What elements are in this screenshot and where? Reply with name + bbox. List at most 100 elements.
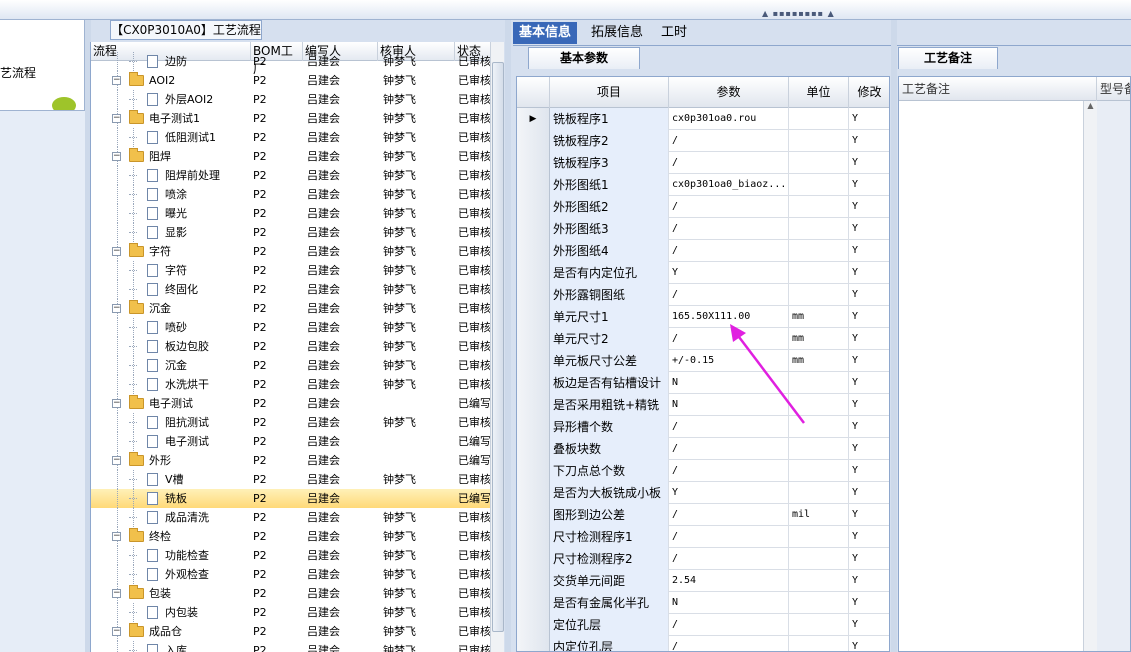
tree-row[interactable]: 阻抗测试 P2 吕建会 钟梦飞 已审核 [91,413,490,432]
collapse-toggle-icon[interactable]: − [112,76,121,85]
tab-process-notes[interactable]: 工艺备注 [898,47,998,69]
col-header-model-notes[interactable]: 型号备 [1097,77,1130,101]
collapse-toggle-icon[interactable]: − [112,589,121,598]
param-cell-modify[interactable]: Y [849,482,889,504]
tab-extended-info[interactable]: 拓展信息 [585,22,649,44]
tree-row[interactable]: 板边包胶 P2 吕建会 钟梦飞 已审核 [91,337,490,356]
splitter-middle[interactable] [505,20,511,652]
collapse-toggle-icon[interactable]: − [112,247,121,256]
param-cell-value[interactable]: cx0p301oa0.rou [669,108,789,130]
tree-row[interactable]: − AOI2 P2 吕建会 钟梦飞 已审核 [91,71,490,90]
param-cell-value[interactable]: N [669,592,789,614]
param-cell-modify[interactable]: Y [849,416,889,438]
param-row[interactable]: 外形图纸2/ Y [517,196,889,218]
param-cell-modify[interactable]: Y [849,240,889,262]
col-header-value[interactable]: 参数 [669,77,789,108]
param-cell-modify[interactable]: Y [849,152,889,174]
collapse-toggle-icon[interactable]: − [112,532,121,541]
notes-scrollbar[interactable]: ▲ [1083,101,1097,651]
param-cell-unit[interactable] [789,636,849,651]
tab-man-hours[interactable]: 工时 [655,22,693,44]
tree-row[interactable]: − 终检 P2 吕建会 钟梦飞 已审核 [91,527,490,546]
collapse-toggle-icon[interactable]: − [112,627,121,636]
param-row[interactable]: 铣板程序3/ Y [517,152,889,174]
tree-row[interactable]: 功能检查 P2 吕建会 钟梦飞 已审核 [91,546,490,565]
param-cell-modify[interactable]: Y [849,218,889,240]
param-cell-unit[interactable] [789,108,849,130]
row-indicator[interactable] [517,526,550,548]
param-cell-value[interactable]: / [669,636,789,651]
param-cell-unit[interactable] [789,174,849,196]
param-cell-unit[interactable] [789,570,849,592]
param-row[interactable]: 尺寸检测程序1/ Y [517,526,889,548]
tree-row[interactable]: 边防 P2 吕建会 钟梦飞 已审核 [91,52,490,71]
param-cell-value[interactable]: / [669,284,789,306]
param-cell-modify[interactable]: Y [849,394,889,416]
param-row[interactable]: 是否采用粗铣+精铣 N Y [517,394,889,416]
param-row[interactable]: 单元板尺寸公差 +/-0.15 mm Y [517,350,889,372]
param-cell-value[interactable]: / [669,548,789,570]
param-cell-unit[interactable] [789,218,849,240]
param-cell-value[interactable]: / [669,130,789,152]
param-cell-unit[interactable] [789,196,849,218]
param-cell-modify[interactable]: Y [849,284,889,306]
tree-row[interactable]: − 沉金 P2 吕建会 钟梦飞 已审核 [91,299,490,318]
tree-row[interactable]: 曝光 P2 吕建会 钟梦飞 已审核 [91,204,490,223]
row-indicator[interactable] [517,548,550,570]
param-cell-modify[interactable]: Y [849,174,889,196]
row-indicator[interactable] [517,174,550,196]
param-cell-modify[interactable]: Y [849,306,889,328]
tree-row[interactable]: V槽 P2 吕建会 钟梦飞 已审核 [91,470,490,489]
collapse-toggle-icon[interactable]: − [112,152,121,161]
tree-row[interactable]: − 电子测试1 P2 吕建会 钟梦飞 已审核 [91,109,490,128]
tree-row[interactable]: 入库 P2 吕建会 钟梦飞 已审核 [91,641,490,652]
param-cell-modify[interactable]: Y [849,504,889,526]
param-cell-value[interactable]: / [669,196,789,218]
param-cell-unit[interactable] [789,482,849,504]
col-header-modify[interactable]: 修改 [849,77,889,108]
tree-row[interactable]: 字符 P2 吕建会 钟梦飞 已审核 [91,261,490,280]
param-cell-unit[interactable] [789,460,849,482]
param-cell-modify[interactable]: Y [849,372,889,394]
param-cell-unit[interactable]: mil [789,504,849,526]
row-indicator[interactable] [517,592,550,614]
tree-row[interactable]: 阻焊前处理 P2 吕建会 钟梦飞 已审核 [91,166,490,185]
row-indicator[interactable] [517,152,550,174]
param-row[interactable]: 铣板程序2/ Y [517,130,889,152]
tree-row[interactable]: 铣板 P2 吕建会 已编写 [91,489,490,508]
tree-row[interactable]: − 外形 P2 吕建会 已编写 [91,451,490,470]
param-cell-modify[interactable]: Y [849,108,889,130]
param-cell-modify[interactable]: Y [849,636,889,651]
tree-row[interactable]: 终固化 P2 吕建会 钟梦飞 已审核 [91,280,490,299]
param-cell-value[interactable]: / [669,218,789,240]
row-indicator[interactable] [517,614,550,636]
param-row[interactable]: 板边是否有钻槽设计 N Y [517,372,889,394]
tree-row[interactable]: 喷砂 P2 吕建会 钟梦飞 已审核 [91,318,490,337]
param-cell-modify[interactable]: Y [849,262,889,284]
col-header-notes[interactable]: 工艺备注 [899,77,1097,101]
param-cell-unit[interactable] [789,240,849,262]
tree-row[interactable]: 水洗烘干 P2 吕建会 钟梦飞 已审核 [91,375,490,394]
tree-row[interactable]: 电子测试 P2 吕建会 已编写 [91,432,490,451]
param-cell-modify[interactable]: Y [849,350,889,372]
param-row[interactable]: 异形槽个数 / Y [517,416,889,438]
param-cell-value[interactable]: Y [669,482,789,504]
param-row[interactable]: 交货单元间距 2.54 Y [517,570,889,592]
row-indicator[interactable] [517,394,550,416]
param-cell-value[interactable]: / [669,152,789,174]
param-cell-modify[interactable]: Y [849,438,889,460]
col-header-item[interactable]: 项目 [550,77,669,108]
param-cell-unit[interactable] [789,284,849,306]
param-row[interactable]: 叠板块数 / Y [517,438,889,460]
row-indicator[interactable] [517,130,550,152]
nav-item-process[interactable]: 艺流程 [0,60,83,119]
notes-text-area[interactable] [899,101,1097,651]
param-cell-value[interactable]: / [669,460,789,482]
tree-row[interactable]: 外层AOI2 P2 吕建会 钟梦飞 已审核 [91,90,490,109]
row-indicator[interactable] [517,328,550,350]
row-indicator[interactable] [517,636,550,651]
splitter-right[interactable] [891,20,897,652]
param-row[interactable]: 内定位孔层 / Y [517,636,889,651]
param-cell-unit[interactable] [789,152,849,174]
param-row[interactable]: 是否为大板铣成小板 Y Y [517,482,889,504]
